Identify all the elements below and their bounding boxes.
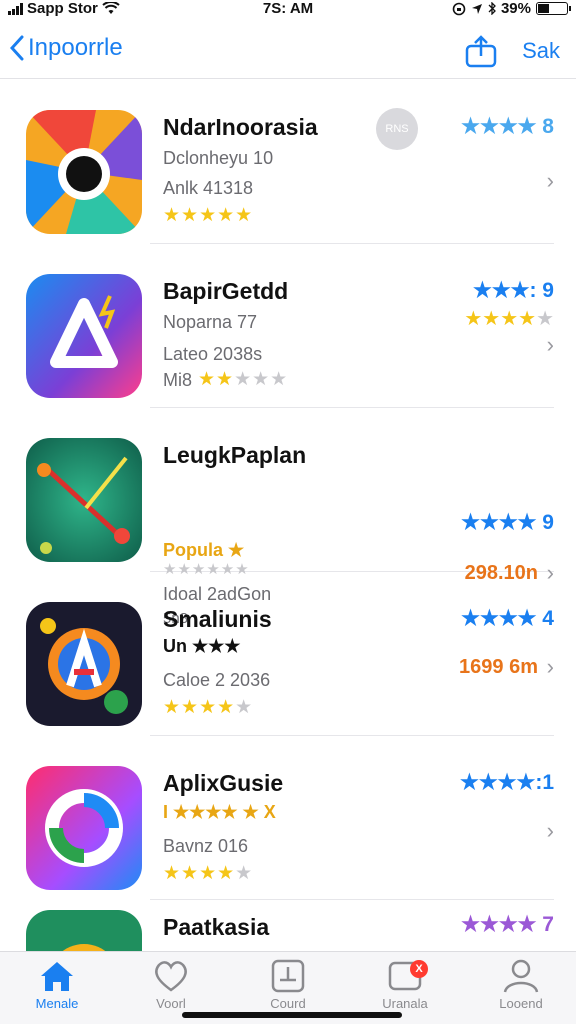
tab-label: Looend bbox=[499, 996, 543, 1011]
location-icon bbox=[471, 3, 482, 14]
app-name: Paatkasia bbox=[163, 914, 270, 940]
notification-badge: X bbox=[410, 960, 428, 978]
tab-home[interactable]: Menale bbox=[12, 958, 102, 1011]
tab-label: Courd bbox=[270, 996, 306, 1011]
battery-fill bbox=[538, 4, 549, 13]
home-indicator bbox=[182, 1012, 402, 1018]
back-button[interactable]: Inpoorrle bbox=[10, 34, 123, 62]
app-row[interactable]: Paatkasia ★★★★ 7 bbox=[0, 900, 576, 952]
app-name: NdarInoorasia bbox=[163, 114, 318, 140]
chevron-right-icon[interactable]: › bbox=[547, 332, 554, 358]
navigation-bar: Inpoorrle Sak bbox=[0, 26, 576, 79]
app-row[interactable]: Smaliunis Un ★★★ Caloe 2 2036 ★★★★★ ★★★★… bbox=[0, 572, 576, 736]
app-info: Lateo 2038s bbox=[163, 344, 263, 364]
battery-icon bbox=[536, 2, 571, 15]
app-icon bbox=[26, 602, 142, 726]
chevron-right-icon[interactable]: › bbox=[547, 168, 554, 194]
chevron-left-icon bbox=[10, 35, 24, 61]
tab-label: Voorl bbox=[156, 996, 186, 1011]
app-category: Popula ★ bbox=[163, 540, 245, 560]
app-row[interactable]: BapirGetdd Noparna 77 Lateo 2038s Mi8 ★★… bbox=[0, 244, 576, 408]
app-name: Smaliunis bbox=[163, 606, 272, 632]
app-row[interactable]: LeugkPaplan bbox=[0, 408, 576, 572]
app-name: AplixGusie bbox=[163, 770, 284, 796]
back-label: Inpoorrle bbox=[28, 34, 123, 61]
tab-messages[interactable]: X Uranala bbox=[360, 958, 450, 1011]
app-icon bbox=[26, 438, 142, 562]
tab-profile[interactable]: Looend bbox=[476, 958, 566, 1011]
status-right: 39% bbox=[452, 0, 571, 17]
app-info: Bavnz 016 bbox=[163, 836, 249, 856]
app-list: NdarInoorasia Dclonheyu 10 Anlk 41318 ★★… bbox=[0, 80, 576, 952]
tab-label: Menale bbox=[35, 996, 79, 1011]
app-info: Caloe 2 2036 bbox=[163, 670, 271, 690]
chevron-right-icon[interactable]: › bbox=[547, 654, 554, 680]
app-rating-right: ★★★★:1 bbox=[460, 771, 554, 794]
app-size: Mi8 bbox=[163, 370, 193, 390]
heart-icon bbox=[155, 961, 187, 992]
app-rating-stars: ★★★★★ bbox=[198, 369, 289, 390]
app-subtitle: Dclonheyu 10 bbox=[163, 148, 274, 168]
tab-documents[interactable]: Courd bbox=[243, 958, 333, 1011]
app-rating-stars: ★★★★★ bbox=[163, 863, 254, 884]
lock-rotation-icon bbox=[452, 2, 466, 15]
app-icon bbox=[26, 766, 142, 890]
home-icon bbox=[41, 962, 73, 991]
app-rating-right: ★★★★ 7 bbox=[461, 913, 554, 936]
tab-favorites[interactable]: Voorl bbox=[126, 958, 216, 1011]
app-subtitle: Un ★★★ bbox=[163, 636, 241, 656]
nav-actions: Sak bbox=[464, 34, 560, 68]
app-rating-right: ★★★★ 9 bbox=[461, 511, 554, 534]
chevron-right-icon[interactable]: › bbox=[547, 818, 554, 844]
app-price: 1699 6m bbox=[459, 656, 538, 678]
share-icon[interactable] bbox=[464, 34, 498, 68]
document-icon bbox=[271, 959, 305, 993]
app-rating-right: ★★★★ 4 bbox=[461, 607, 554, 630]
app-icon bbox=[26, 110, 142, 234]
nav-right-button[interactable]: Sak bbox=[522, 38, 560, 64]
bluetooth-icon bbox=[488, 2, 496, 15]
tab-label: Uranala bbox=[382, 996, 428, 1011]
app-row[interactable]: NdarInoorasia Dclonheyu 10 Anlk 41318 ★★… bbox=[0, 80, 576, 244]
app-name: LeugkPaplan bbox=[163, 442, 307, 468]
app-rating-right: ★★★★ 8 bbox=[461, 115, 554, 138]
get-button[interactable]: RNS bbox=[376, 108, 418, 150]
app-icon bbox=[26, 910, 142, 952]
app-name: BapirGetdd bbox=[163, 278, 289, 304]
app-rating-right: ★★★: 9 bbox=[473, 279, 554, 302]
battery-percent: 39% bbox=[500, 0, 531, 17]
tab-bar: Menale Voorl Courd X Uranala Looend bbox=[0, 951, 576, 1024]
app-icon bbox=[26, 274, 142, 398]
app-rating-stars: ★★★★★ bbox=[163, 205, 254, 226]
app-stars-right: ★★★★★ bbox=[464, 308, 554, 330]
app-row[interactable]: AplixGusie I ★★★★ ★ X Bavnz 016 ★★★★★ ★★… bbox=[0, 736, 576, 900]
status-bar: Sapp Stor 7S: AM 39% bbox=[0, 0, 576, 20]
person-icon bbox=[503, 959, 539, 993]
app-subtitle: Noparna 77 bbox=[163, 312, 258, 332]
app-subtitle: I ★★★★ ★ X bbox=[163, 802, 276, 822]
app-rating-stars: ★★★★★ bbox=[163, 697, 254, 718]
app-info: Anlk 41318 bbox=[163, 178, 254, 198]
